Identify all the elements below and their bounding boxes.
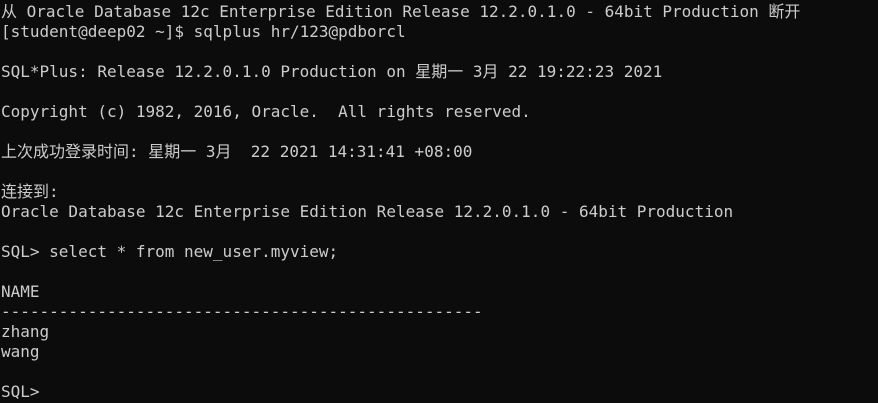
database-version-info: Oracle Database 12c Enterprise Edition R… [1,202,734,221]
sql-query-command: SQL> select * from new_user.myview; [1,242,339,261]
output-disconnect-message: 从 Oracle Database 12c Enterprise Edition… [1,2,801,21]
text-cursor [49,383,58,399]
terminal-window[interactable]: 从 Oracle Database 12c Enterprise Edition… [0,0,878,403]
result-header-separator: ----------------------------------------… [1,302,483,321]
result-column-header: NAME [1,282,40,301]
shell-prompt-command: [student@deep02 ~]$ sqlplus hr/123@pdbor… [1,22,406,41]
sqlplus-version-banner: SQL*Plus: Release 12.2.0.1.0 Production … [1,62,663,81]
copyright-notice: Copyright (c) 1982, 2016, Oracle. All ri… [1,102,531,121]
connected-to-label: 连接到: [1,182,59,201]
sql-prompt-input[interactable]: SQL> [1,382,878,402]
last-login-time: 上次成功登录时间: 星期一 3月 22 2021 14:31:41 +08:00 [1,142,473,161]
sql-prompt-label: SQL> [1,382,50,401]
result-row: wang [1,342,40,361]
result-row: zhang [1,322,50,341]
